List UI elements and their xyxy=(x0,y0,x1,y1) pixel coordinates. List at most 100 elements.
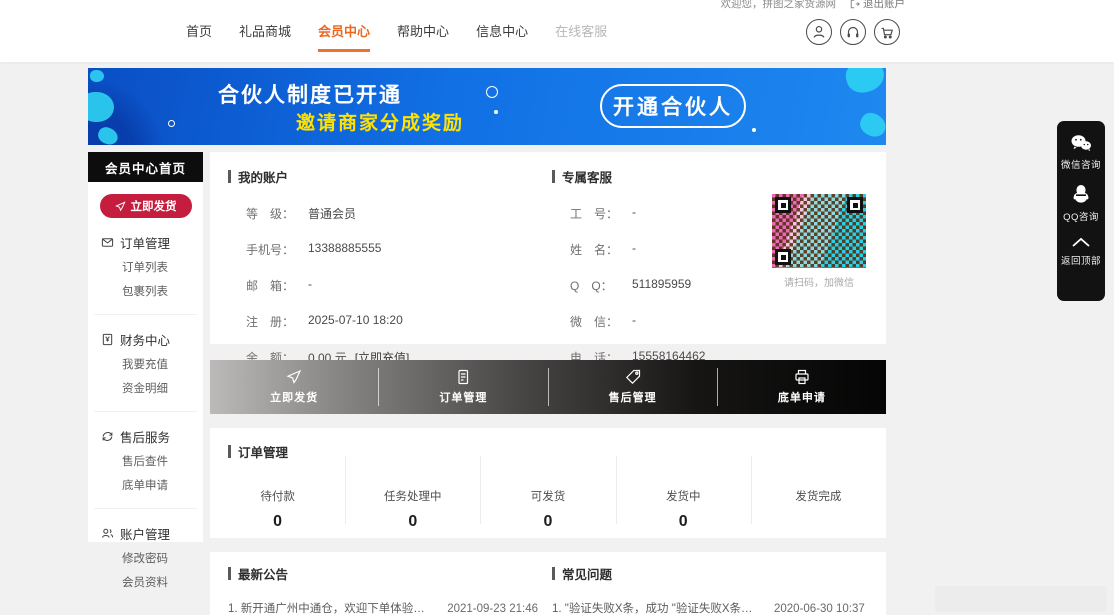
stat-shipped: 发货完成 xyxy=(751,472,886,538)
cart-icon[interactable] xyxy=(874,19,900,45)
my-account-section: 我的账户 等 级：普通会员 手机号：13388885555 邮 箱：- 注 册：… xyxy=(228,167,528,366)
user-icon[interactable] xyxy=(806,19,832,45)
partner-banner[interactable]: 合伙人制度已开通 邀请商家分成奖励 开通合伙人 xyxy=(88,68,886,145)
sidebar-item-aftersale-service[interactable]: 售后服务 xyxy=(88,427,203,446)
order-icon xyxy=(455,369,471,385)
banner-title: 合伙人制度已开通 xyxy=(218,79,402,109)
my-account-title: 我的账户 xyxy=(228,167,528,186)
toolbar-order-management[interactable]: 订单管理 xyxy=(379,360,547,414)
toolbar-ship-now[interactable]: 立即发货 xyxy=(210,360,378,414)
send-icon xyxy=(286,369,302,385)
floating-contact-bar: 微信咨询 QQ咨询 返回顶部 xyxy=(1057,121,1105,301)
sidebar-group-finance: 财务中心 我要充值 资金明细 xyxy=(88,315,203,397)
sidebar-item-member-profile[interactable]: 会员资料 xyxy=(88,576,203,591)
back-to-top[interactable]: 返回顶部 xyxy=(1061,236,1101,267)
banner-decor-ring xyxy=(486,86,498,98)
banner-decor-blob xyxy=(88,92,114,122)
logout-icon xyxy=(850,0,860,9)
aftersale-icon xyxy=(101,430,114,443)
faq-link[interactable]: 1. "验证失败X条，成功 "验证失败X条，成... xyxy=(552,600,760,615)
sidebar-item-aftersale-check[interactable]: 售后查件 xyxy=(88,455,203,470)
stat-shipping: 发货中 0 xyxy=(616,472,751,538)
print-icon xyxy=(794,369,810,385)
wechat-consult[interactable]: 微信咨询 xyxy=(1061,134,1101,171)
banner-decor-blob xyxy=(856,109,886,141)
banner-decor-dot xyxy=(752,128,756,132)
header-icons xyxy=(806,19,900,45)
logout-button[interactable]: 退出账户 xyxy=(850,0,905,11)
sidebar-item-fund-details[interactable]: 资金明细 xyxy=(88,382,203,397)
banner-decor-dot xyxy=(494,110,498,114)
faq-title: 常见问题 xyxy=(552,564,872,583)
banner-subtitle: 邀请商家分成奖励 xyxy=(296,108,464,135)
nav-help-center[interactable]: 帮助中心 xyxy=(397,21,449,52)
service-row-qq: Q Q：511895959 xyxy=(552,277,762,294)
wechat-icon xyxy=(1070,134,1092,152)
chevron-up-icon xyxy=(1071,236,1091,248)
sidebar-item-account-management[interactable]: 账户管理 xyxy=(88,524,203,543)
account-row-registered: 注 册：2025-07-10 18:20 xyxy=(228,313,528,330)
faq-item: 1. "验证失败X条，成功 "验证失败X条，成... 2020-06-30 10… xyxy=(552,600,872,615)
nav-online-service[interactable]: 在线客服 xyxy=(555,21,607,52)
sidebar-item-change-password[interactable]: 修改密码 xyxy=(88,552,203,567)
news-card: 最新公告 1. 新开通广州中通仓，欢迎下单体验优质... 2021-09-23 … xyxy=(210,552,886,615)
sidebar-header[interactable]: 会员中心首页 xyxy=(88,152,203,182)
stat-pending-payment: 待付款 0 xyxy=(210,472,345,538)
notice-link[interactable]: 1. 新开通广州中通仓，欢迎下单体验优质... xyxy=(228,600,433,615)
account-row-mobile: 手机号：13388885555 xyxy=(228,241,528,258)
sidebar-group-orders: 订单管理 订单列表 包裹列表 xyxy=(88,218,203,300)
banner-decor-ring xyxy=(168,120,175,127)
tag-icon xyxy=(625,369,641,385)
banner-decor-blob xyxy=(843,68,886,96)
nav-home[interactable]: 首页 xyxy=(186,21,212,52)
sidebar-item-package-list[interactable]: 包裹列表 xyxy=(88,285,203,300)
ship-now-button[interactable]: 立即发货 xyxy=(100,194,192,218)
service-row-name: 姓 名：- xyxy=(552,241,762,258)
order-stats-title: 订单管理 xyxy=(228,442,288,461)
sidebar-group-aftersale: 售后服务 售后查件 底单申请 xyxy=(88,412,203,494)
wechat-qr-code xyxy=(772,194,866,268)
finance-icon xyxy=(101,333,114,346)
sidebar-item-finance-center[interactable]: 财务中心 xyxy=(88,330,203,349)
account-row-level: 等 级：普通会员 xyxy=(228,205,528,222)
notice-item: 1. 新开通广州中通仓，欢迎下单体验优质... 2021-09-23 21:46 xyxy=(228,600,538,615)
notice-section: 最新公告 1. 新开通广州中通仓，欢迎下单体验优质... 2021-09-23 … xyxy=(228,564,538,615)
quick-actions-toolbar: 立即发货 订单管理 售后管理 xyxy=(210,360,886,414)
nav-member-center[interactable]: 会员中心 xyxy=(318,21,370,52)
sidebar-item-order-management[interactable]: 订单管理 xyxy=(88,233,203,252)
stats-row: 待付款 0 任务处理中 0 可发货 0 发货中 0 发货完成 xyxy=(210,472,886,538)
qr-caption: 请扫码，加微信 xyxy=(766,274,872,289)
service-row-worknum: 工 号：- xyxy=(552,205,762,222)
toolbar-aftersale-management[interactable]: 售后管理 xyxy=(549,360,717,414)
top-header: 欢迎您，拼图之家货源网 退出账户 首页 礼品商城 会员中心 帮助中心 信息中心 … xyxy=(0,0,1114,62)
nav-gift-mall[interactable]: 礼品商城 xyxy=(239,21,291,52)
open-partner-button[interactable]: 开通合伙人 xyxy=(600,84,746,128)
main-nav: 首页 礼品商城 会员中心 帮助中心 信息中心 在线客服 xyxy=(186,21,607,52)
service-title: 专属客服 xyxy=(552,167,762,186)
account-card: 我的账户 等 级：普通会员 手机号：13388885555 邮 箱：- 注 册：… xyxy=(210,152,886,344)
toolbar-receipt-apply[interactable]: 底单申请 xyxy=(718,360,886,414)
stat-ready-to-ship: 可发货 0 xyxy=(480,472,615,538)
notice-title: 最新公告 xyxy=(228,564,538,583)
qq-consult[interactable]: QQ咨询 xyxy=(1063,184,1099,223)
banner-decor-blob xyxy=(90,70,104,82)
bottom-right-panel xyxy=(935,586,1107,612)
mail-icon xyxy=(101,236,114,249)
welcome-bar: 欢迎您，拼图之家货源网 退出账户 xyxy=(721,0,906,11)
send-icon xyxy=(115,201,126,212)
nav-info-center[interactable]: 信息中心 xyxy=(476,21,528,52)
sidebar: 立即发货 订单管理 订单列表 包裹列表 xyxy=(88,182,203,542)
welcome-text: 欢迎您，拼图之家货源网 xyxy=(721,0,837,11)
sidebar-item-receipt-apply[interactable]: 底单申请 xyxy=(88,479,203,494)
headset-icon[interactable] xyxy=(840,19,866,45)
order-stats-card: 订单管理 待付款 0 任务处理中 0 可发货 0 发货中 0 发货完成 xyxy=(210,428,886,538)
notice-date: 2021-09-23 21:46 xyxy=(447,603,538,615)
banner-decor-blob xyxy=(96,125,121,145)
sidebar-group-account: 账户管理 修改密码 会员资料 xyxy=(88,509,203,591)
account-row-email: 邮 箱：- xyxy=(228,277,528,294)
page: 欢迎您，拼图之家货源网 退出账户 首页 礼品商城 会员中心 帮助中心 信息中心 … xyxy=(0,0,1114,615)
sidebar-item-order-list[interactable]: 订单列表 xyxy=(88,261,203,276)
sidebar-item-recharge[interactable]: 我要充值 xyxy=(88,358,203,373)
account-icon xyxy=(101,527,114,540)
faq-date: 2020-06-30 10:37 xyxy=(774,603,865,615)
